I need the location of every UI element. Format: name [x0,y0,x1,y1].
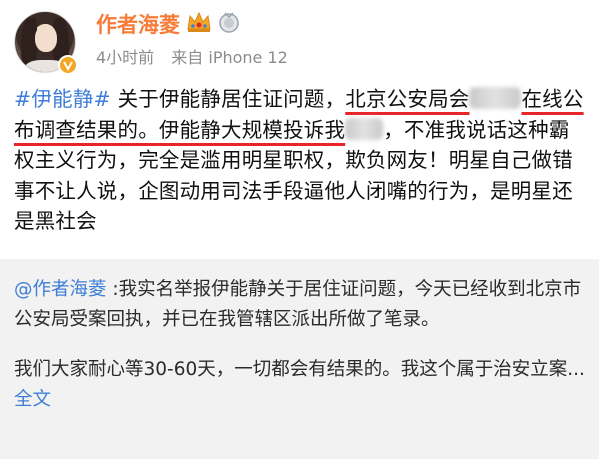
post-header: 作者海菱 4小时前 来自 iPhone 12 [0,0,599,84]
hashtag-link[interactable]: #伊能静# [14,87,111,111]
v-badge-icon [58,55,78,75]
post-meta: 4小时前 来自 iPhone 12 [96,44,288,68]
repost-box[interactable]: @作者海菱 :我实名举报伊能静关于居住证问题，今天已经收到北京市公安局受案回执，… [0,259,599,459]
avatar[interactable] [14,11,78,75]
underlined-statement-2: 伊能静大规模投诉我 [158,117,384,142]
avatar-face [35,24,57,52]
author-mention-link[interactable]: @作者海菱 [14,279,107,300]
post-segment-2a: 北京公安局会 [345,87,470,111]
repost-text: @作者海菱 :我实名举报伊能静关于居住证问题，今天已经收到北京市公安局受案回执，… [14,275,592,414]
medal-icon [218,11,240,38]
post-segment-3a: 伊能静大规模投诉我 [158,117,346,142]
post-text: #伊能静# 关于伊能静居住证问题，北京公安局会 在线公布调查结果的。伊能静大规模投… [14,84,590,237]
author-name[interactable]: 作者海菱 [96,9,180,39]
post-segment-1: 关于伊能静居住证问题， [110,87,346,111]
repost-paragraph-2: 我们大家耐心等30-60天，一切都会有结果的。我这个属于治安立案... 全文 [14,355,592,414]
post-time: 4小时前 [96,48,155,67]
full-text-link[interactable]: 全文 [14,389,51,410]
repost-para2-text: 我们大家耐心等30-60天，一切都会有结果的。我这个属于治安立案... [14,359,585,380]
redacted-blur-2 [345,117,384,140]
repost-paragraph-1: @作者海菱 :我实名举报伊能静关于居住证问题，今天已经收到北京市公安局受案回执，… [14,275,592,334]
redacted-blur [469,87,522,109]
post-source: 来自 iPhone 12 [171,48,288,67]
crown-icon [186,11,212,38]
author-row: 作者海菱 [96,9,240,39]
